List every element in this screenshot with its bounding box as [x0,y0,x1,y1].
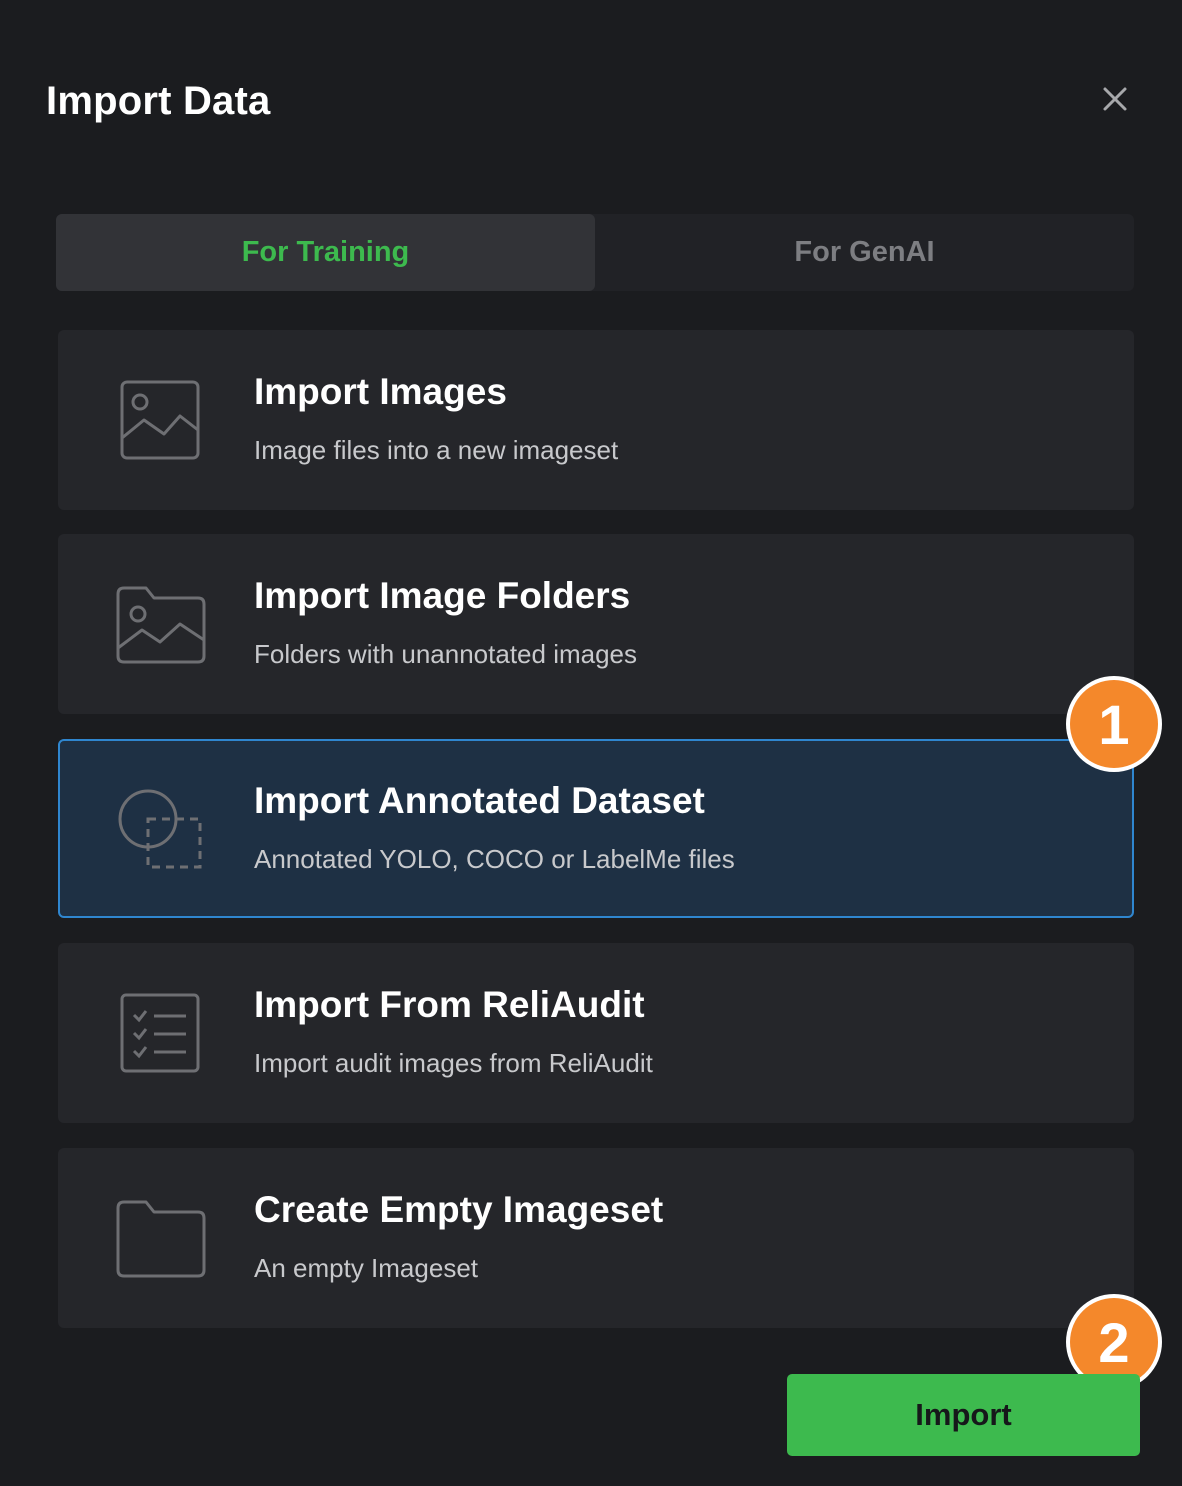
checklist-icon [120,993,200,1073]
option-description: An empty Imageset [254,1253,478,1283]
tab-for-training[interactable]: For Training [56,214,595,291]
option-create-empty-imageset[interactable]: Create Empty Imageset An empty Imageset [58,1148,1134,1328]
option-description: Import audit images from ReliAudit [254,1048,653,1078]
dialog-title: Import Data [46,79,271,123]
image-icon [120,380,200,460]
option-import-from-reliaudit[interactable]: Import From ReliAudit Import audit image… [58,943,1134,1123]
option-title: Import From ReliAudit [254,984,645,1025]
close-button[interactable] [1096,80,1134,118]
option-import-images[interactable]: Import Images Image files into a new ima… [58,330,1134,510]
close-icon [1103,87,1127,111]
step-badge-1: 1 [1070,680,1158,768]
option-import-image-folders[interactable]: Import Image Folders Folders with unanno… [58,534,1134,714]
option-description: Image files into a new imageset [254,435,619,465]
option-title: Import Annotated Dataset [254,780,705,821]
step-badge-2: 2 [1070,1298,1158,1386]
option-import-annotated-dataset[interactable]: Import Annotated Dataset Annotated YOLO,… [58,739,1134,918]
option-title: Create Empty Imageset [254,1189,664,1230]
folder-icon [116,1200,206,1278]
option-description: Folders with unannotated images [254,639,638,669]
option-title: Import Images [254,371,507,412]
import-tabs: For Training For GenAI [56,214,1134,291]
option-description: Annotated YOLO, COCO or LabelMe files [254,844,735,874]
import-button[interactable]: Import [787,1374,1140,1456]
import-data-dialog: Import Data For Training For GenAI Impor… [0,0,1182,1486]
image-folder-icon [116,586,206,664]
tab-for-genai[interactable]: For GenAI [595,214,1134,291]
annotation-shapes-icon [118,789,202,869]
option-title: Import Image Folders [254,575,631,616]
